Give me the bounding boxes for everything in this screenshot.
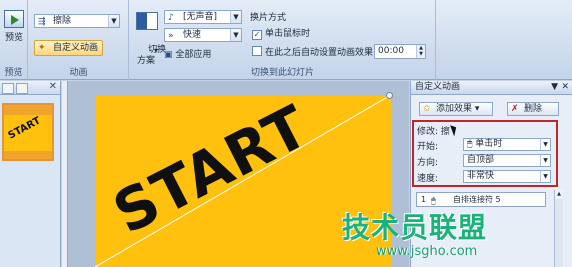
- chevron-down-icon[interactable]: ▼: [230, 11, 241, 23]
- auto-after-checkbox[interactable]: 在此之后自动设置动画效果:: [252, 46, 376, 59]
- auto-after-time-input[interactable]: 00:00 ▲ ▼: [374, 44, 426, 59]
- slides-thumbnail-pane: ✕ START: [0, 81, 61, 267]
- transition-group-label: 切换到此幻灯片: [250, 68, 314, 78]
- slides-tab[interactable]: [2, 83, 14, 94]
- animation-list-item[interactable]: 1 🖱 自排连接符 5: [416, 192, 546, 207]
- preview-group-label: 预览: [4, 68, 23, 78]
- outline-tab[interactable]: [16, 83, 28, 94]
- apply-all-label: 全部应用: [175, 50, 212, 60]
- apply-all-icon: ▣: [164, 50, 173, 60]
- add-effect-label: 添加效果 ▾: [436, 104, 480, 114]
- checkbox-checked[interactable]: ✓: [252, 30, 262, 40]
- star-icon: ✩: [423, 104, 431, 114]
- ribbon: 预览 预览 ⇶ 擦除 ▼ ✦ 自定义动画 动画 切换 方案 ▾ ♪ [无声音] …: [0, 0, 572, 80]
- spin-arrows-icon[interactable]: ▲ ▼: [416, 45, 425, 58]
- chevron-down-icon[interactable]: ▼: [230, 29, 241, 41]
- transition-group: 切换 方案 ▾ ♪ [无声音] ▼ » 快速 ▼ ▣ 全部应用 换片方式 ✓ 单击…: [130, 0, 436, 80]
- checkbox-unchecked[interactable]: [252, 46, 262, 56]
- speed-select[interactable]: » 快速 ▼: [164, 28, 242, 42]
- thumbnail-pane-tabs: ✕: [0, 81, 60, 95]
- transition-scheme-icon[interactable]: [136, 12, 158, 30]
- animations-group-label: 动画: [69, 68, 88, 78]
- animations-group: ⇶ 擦除 ▼ ✦ 自定义动画 动画: [29, 0, 129, 80]
- effect-select[interactable]: ⇶ 擦除 ▼: [34, 14, 120, 28]
- speed-select-value: 快速: [183, 30, 202, 40]
- pane-title-bar: 自定义动画 ▼ ✕: [411, 81, 572, 95]
- effect-icon: ⇶: [38, 17, 46, 27]
- advance-slide-title: 换片方式: [250, 13, 287, 23]
- transition-scheme-label: 切换 方案: [136, 45, 167, 66]
- close-icon[interactable]: ✕: [49, 81, 57, 92]
- preview-button[interactable]: 预览: [3, 10, 25, 43]
- add-effect-button[interactable]: ✩ 添加效果 ▾: [419, 102, 493, 116]
- pane-title: 自定义动画: [415, 82, 461, 92]
- preview-icon: [4, 10, 24, 28]
- list-item-label: 自排连接符 5: [453, 195, 501, 204]
- slide-thumbnail-1[interactable]: START: [2, 103, 54, 161]
- sound-select[interactable]: ♪ [无声音] ▼: [164, 10, 242, 24]
- speaker-icon: ♪: [168, 13, 174, 23]
- effect-select-value: 擦除: [53, 16, 72, 26]
- auto-after-time-value: 00:00: [378, 46, 404, 56]
- remove-icon: ✗: [511, 104, 519, 114]
- star-icon: ✦: [38, 43, 46, 53]
- speed-icon: »: [168, 31, 174, 41]
- scroll-up-icon[interactable]: ▲: [555, 190, 563, 199]
- custom-animation-button[interactable]: ✦ 自定义动画: [34, 40, 104, 56]
- auto-after-label: 在此之后自动设置动画效果:: [265, 48, 377, 58]
- pane-menu-icon[interactable]: ▼: [551, 81, 558, 94]
- animation-list-scrollbar[interactable]: ▲: [554, 190, 563, 267]
- list-item-number: 1: [421, 195, 427, 204]
- on-mouse-click-label: 单击鼠标时: [265, 29, 311, 39]
- custom-animation-label: 自定义动画: [53, 43, 99, 53]
- apply-all-button[interactable]: ▣ 全部应用: [164, 47, 211, 60]
- connector-handle-icon[interactable]: [386, 92, 393, 99]
- sound-select-value: [无声音]: [183, 12, 218, 22]
- close-icon[interactable]: ✕: [561, 81, 569, 94]
- vertical-ruler: [62, 81, 68, 267]
- on-mouse-click-checkbox[interactable]: ✓ 单击鼠标时: [252, 28, 310, 40]
- remove-button[interactable]: ✗ 删除: [507, 102, 559, 116]
- highlight-box: [412, 120, 558, 187]
- watermark-url: www.jsgho.com: [376, 244, 478, 259]
- preview-label: 预览: [4, 33, 23, 43]
- chevron-down-icon[interactable]: ▼: [108, 15, 119, 27]
- preview-group: 预览 预览: [0, 0, 28, 80]
- remove-label: 删除: [524, 104, 543, 114]
- transition-scheme-dropdown-icon[interactable]: ▾: [154, 46, 158, 55]
- watermark-logo: 技术员联盟: [342, 211, 488, 244]
